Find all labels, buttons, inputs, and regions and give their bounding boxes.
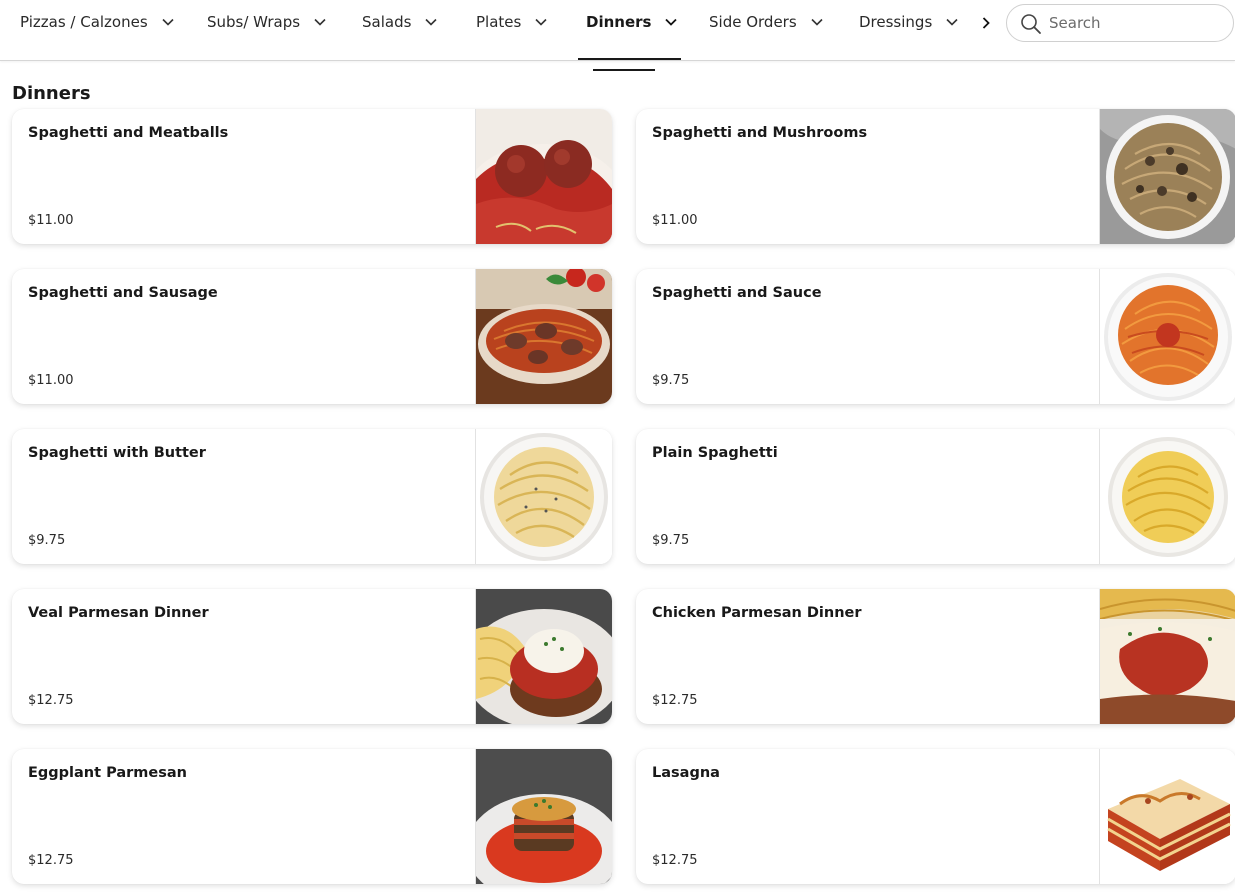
- tab-subs-wraps[interactable]: Subs/ Wraps: [207, 0, 326, 44]
- chicken-parmesan-photo: [1099, 589, 1235, 724]
- tab-label: Dinners: [586, 13, 652, 31]
- chevron-right-icon: [982, 17, 990, 29]
- item-price: $11.00: [28, 373, 74, 388]
- menu-item-card[interactable]: Spaghetti and Meatballs $11.00: [12, 109, 612, 244]
- tab-salads[interactable]: Salads: [362, 0, 437, 44]
- search-box[interactable]: [1006, 4, 1234, 42]
- item-name: Plain Spaghetti: [652, 445, 778, 461]
- tab-dressings[interactable]: Dressings: [859, 0, 958, 44]
- chevron-down-icon: [535, 18, 547, 26]
- active-tab-indicator: [578, 58, 681, 60]
- tab-side-orders[interactable]: Side Orders: [709, 0, 823, 44]
- item-name: Chicken Parmesan Dinner: [652, 605, 862, 621]
- search-icon: [1021, 14, 1041, 34]
- item-name: Spaghetti and Meatballs: [28, 125, 229, 141]
- item-price: $12.75: [652, 693, 698, 708]
- item-price: $12.75: [28, 853, 74, 868]
- menu-item-card[interactable]: Chicken Parmesan Dinner $12.75: [636, 589, 1235, 724]
- tab-label: Plates: [476, 13, 522, 31]
- item-price: $11.00: [652, 213, 698, 228]
- scroll-tabs-right-button[interactable]: [976, 12, 996, 34]
- menu-item-card[interactable]: Eggplant Parmesan $12.75: [12, 749, 612, 884]
- item-name: Spaghetti with Butter: [28, 445, 206, 461]
- spaghetti-butter-photo: [475, 429, 612, 564]
- eggplant-parmesan-photo: [475, 749, 612, 884]
- item-price: $9.75: [28, 533, 66, 548]
- tab-label: Pizzas / Calzones: [20, 13, 148, 31]
- search-input[interactable]: [1049, 11, 1219, 35]
- menu-item-card[interactable]: Spaghetti and Mushrooms $11.00: [636, 109, 1235, 244]
- spaghetti-mushrooms-photo: [1099, 109, 1235, 244]
- item-name: Veal Parmesan Dinner: [28, 605, 209, 621]
- spaghetti-meatballs-photo: [475, 109, 612, 244]
- menu-item-card[interactable]: Spaghetti with Butter $9.75: [12, 429, 612, 564]
- chevron-down-icon: [811, 18, 823, 26]
- item-price: $9.75: [652, 373, 690, 388]
- lasagna-photo: [1099, 749, 1235, 884]
- tab-label: Salads: [362, 13, 412, 31]
- chevron-down-icon: [425, 18, 437, 26]
- menu-item-card[interactable]: Spaghetti and Sauce $9.75: [636, 269, 1235, 404]
- chevron-down-icon: [665, 18, 678, 26]
- tab-label: Subs/ Wraps: [207, 13, 301, 31]
- tab-pizzas-calzones[interactable]: Pizzas / Calzones: [20, 0, 174, 44]
- item-price: $11.00: [28, 213, 74, 228]
- menu-item-card[interactable]: Veal Parmesan Dinner $12.75: [12, 589, 612, 724]
- item-price: $12.75: [652, 853, 698, 868]
- item-price: $9.75: [652, 533, 690, 548]
- item-name: Spaghetti and Sausage: [28, 285, 218, 301]
- menu-item-card[interactable]: Plain Spaghetti $9.75: [636, 429, 1235, 564]
- chevron-down-icon: [162, 18, 174, 26]
- spaghetti-sausage-photo: [475, 269, 612, 404]
- chevron-down-icon: [946, 18, 958, 26]
- tab-plates[interactable]: Plates: [476, 0, 547, 44]
- active-tab-marker: [593, 69, 655, 71]
- chevron-down-icon: [314, 18, 326, 26]
- category-nav: Pizzas / Calzones Subs/ Wraps Salads Pla…: [0, 0, 1235, 61]
- item-name: Spaghetti and Sauce: [652, 285, 822, 301]
- tab-label: Side Orders: [709, 13, 797, 31]
- tab-dinners[interactable]: Dinners: [586, 0, 678, 44]
- spaghetti-sauce-photo: [1099, 269, 1235, 404]
- plain-spaghetti-photo: [1099, 429, 1235, 564]
- menu-item-card[interactable]: Lasagna $12.75: [636, 749, 1235, 884]
- item-name: Eggplant Parmesan: [28, 765, 187, 781]
- veal-parmesan-photo: [475, 589, 612, 724]
- item-price: $12.75: [28, 693, 74, 708]
- tab-label: Dressings: [859, 13, 933, 31]
- item-name: Lasagna: [652, 765, 720, 781]
- section-title: Dinners: [12, 83, 91, 104]
- menu-item-card[interactable]: Spaghetti and Sausage $11.00: [12, 269, 612, 404]
- item-name: Spaghetti and Mushrooms: [652, 125, 868, 141]
